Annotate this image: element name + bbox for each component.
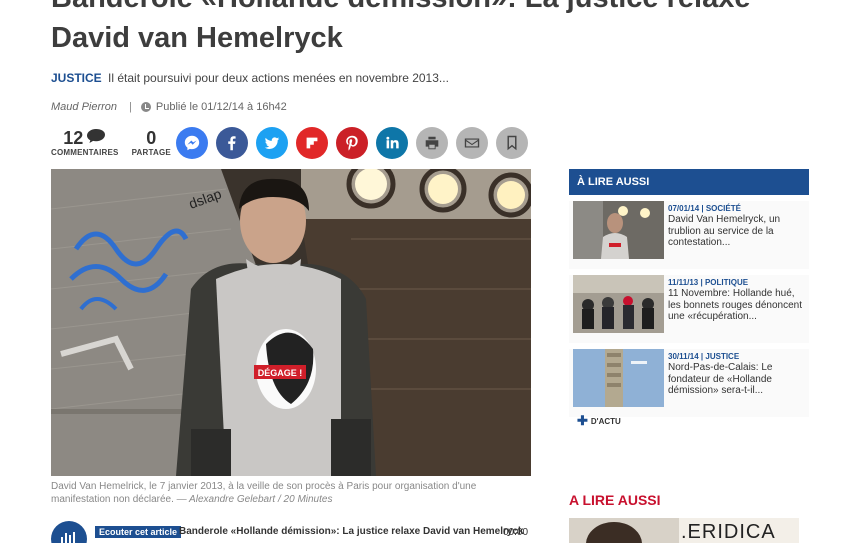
linkedin-icon [386,136,399,149]
promo-banner[interactable]: .ERIDICA [569,518,799,543]
bookmark-button[interactable] [496,127,528,159]
related-date: 07/01/14 | SOCIÉTÉ [668,204,741,213]
print-button[interactable] [416,127,448,159]
related-heading-secondary: A LIRE AUSSI [569,492,661,508]
article-title: Banderole «Hollande démission»: La justi… [51,0,771,58]
messenger-icon [184,135,200,151]
plus-icon: ✚ [577,413,588,428]
article-title-line-2: David van Hemelryck [51,22,343,54]
shares-count: 0 [146,128,157,148]
article-photo: dslap DÉGAGE ! [51,169,531,476]
audio-player: Ecouter cet article Banderole «Hollande … [51,519,531,543]
email-share-button[interactable] [456,127,488,159]
article-stats: 12 COMMENTAIRES 0 PARTAGE [51,128,184,157]
comment-bubble-icon [86,128,106,148]
print-icon [425,136,439,150]
lead-text: Il était poursuivi pour deux actions men… [108,71,449,85]
related-thumbnail [573,201,664,259]
category-link[interactable]: JUSTICE [51,71,102,85]
related-title[interactable]: Nord-Pas-de-Calais: Le fondateur de «Hol… [668,362,806,397]
related-title[interactable]: David Van Hemelryck, un trublion au serv… [668,214,806,249]
article-meta: Maud Pierron | Publié le 01/12/14 à 16h4… [51,101,287,113]
comments-label: COMMENTAIRES [51,148,119,157]
listen-label: Ecouter cet article [95,526,182,538]
article-title-line-1: Banderole «Hollande démission»: La justi… [51,0,771,18]
flipboard-icon [306,137,318,149]
article-lead: JUSTICE Il était poursuivi pour deux act… [51,71,449,85]
photo-scene: dslap DÉGAGE ! [51,169,531,476]
linkedin-share-button[interactable] [376,127,408,159]
twitter-icon [264,137,280,149]
player-time: 00:00 [503,527,529,538]
related-item[interactable]: 30/11/14 | JUSTICE Nord-Pas-de-Calais: L… [569,349,809,417]
audio-wave-icon [61,532,75,543]
player-title: Banderole «Hollande démission»: La justi… [179,526,524,537]
facebook-icon [228,136,236,151]
promo-image [569,518,679,543]
related-articles: À LIRE AUSSI 07/01/14 | SOCIÉTÉ David Va… [569,169,809,417]
more-news-label: D'ACTU [590,416,621,426]
facebook-share-button[interactable] [216,127,248,159]
photo-caption: David Van Hemelrick, le 7 janvier 2013, … [51,480,531,506]
promo-text: .ERIDICA [681,521,776,543]
share-bar [176,127,536,159]
related-thumbnail [573,275,664,333]
email-icon [464,138,480,148]
related-title[interactable]: 11 Novembre: Hollande hué, les bonnets r… [668,288,806,323]
comments-count: 12 [63,128,84,148]
flipboard-share-button[interactable] [296,127,328,159]
pinterest-icon [346,135,358,151]
shares-counter: 0 PARTAGE [132,128,171,157]
related-heading: À LIRE AUSSI [569,169,809,195]
related-item[interactable]: 11/11/13 | POLITIQUE 11 Novembre: Hollan… [569,275,809,343]
bookmark-icon [507,135,517,151]
play-button[interactable] [51,521,87,543]
author-name[interactable]: Maud Pierron [51,101,117,113]
messenger-share-button[interactable] [176,127,208,159]
published-date: Publié le 01/12/14 à 16h42 [155,101,287,113]
meta-separator: | [129,101,132,113]
related-thumbnail [573,349,664,407]
twitter-share-button[interactable] [256,127,288,159]
shares-label: PARTAGE [131,148,171,157]
clock-icon [140,102,151,112]
comments-counter[interactable]: 12 COMMENTAIRES [51,128,119,157]
photo-credit: — Alexandre Gelebart / 20 Minutes [176,494,333,505]
related-date: 30/11/14 | JUSTICE [668,352,740,361]
related-date: 11/11/13 | POLITIQUE [668,278,749,287]
related-item[interactable]: 07/01/14 | SOCIÉTÉ David Van Hemelryck, … [569,201,809,269]
more-news-link[interactable]: ✚ D'ACTU [577,413,621,429]
tshirt-label: DÉGAGE ! [258,368,303,378]
pinterest-share-button[interactable] [336,127,368,159]
